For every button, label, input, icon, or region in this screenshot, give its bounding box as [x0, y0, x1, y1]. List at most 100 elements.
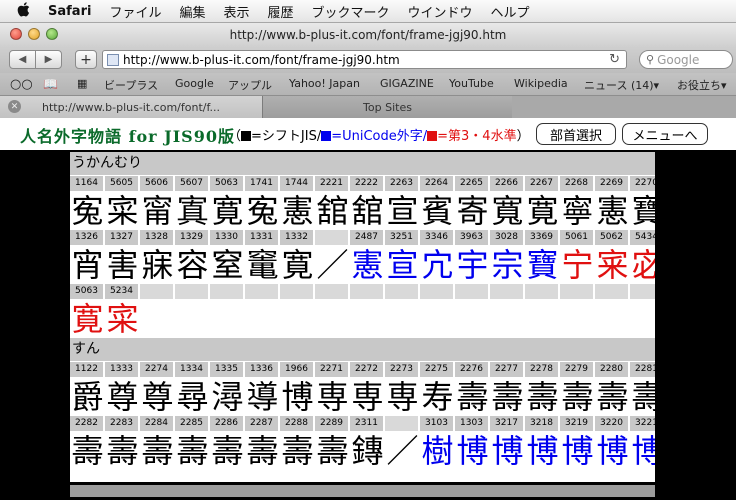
reload-icon[interactable]: ↻ [609, 52, 620, 67]
char-code-cell: 5234 [105, 284, 138, 299]
search-placeholder: Google [657, 52, 700, 67]
kanji-glyph: 専 [386, 378, 419, 416]
char-code-cell [595, 284, 628, 299]
bookmark-bplus[interactable]: ビープラス [104, 77, 158, 93]
kanji-glyph: 憲 [281, 192, 314, 230]
char-code-cell: 2286 [210, 416, 243, 431]
char-code-cell: 3219 [560, 416, 593, 431]
kanji-glyph: 壽 [491, 378, 524, 416]
char-code-cell: 2487 [350, 230, 383, 245]
char-code-cell: 2266 [490, 176, 523, 191]
char-code-cell: 2268 [560, 176, 593, 191]
char-code-cell: 3218 [525, 416, 558, 431]
char-code-cell [490, 284, 523, 299]
forward-button[interactable]: ▶ [35, 50, 62, 69]
tab-current-page[interactable]: ✕ http://www.b-plus-it.com/font/f... [0, 96, 262, 118]
char-code-cell: 2274 [140, 362, 173, 377]
kanji-glyph: 宵 [71, 246, 104, 284]
back-button[interactable]: ◀ [9, 50, 36, 69]
tab-top-sites[interactable]: Top Sites [262, 96, 512, 118]
menu-help[interactable]: ヘルプ [491, 2, 530, 21]
color-legend: （ =シフトJIS/ =UniCode外字/ =第3・4水準） [228, 125, 530, 144]
address-url: http://www.b-plus-it.com/font/frame-jgj9… [123, 52, 400, 67]
kanji-glyph: 博 [281, 378, 314, 416]
app-name-menu[interactable]: Safari [48, 4, 91, 19]
char-code-cell: 5063 [70, 284, 103, 299]
kanji-glyph: 導 [246, 378, 279, 416]
bookmarks-book-icon[interactable]: 📖 [43, 77, 58, 91]
address-bar[interactable]: http://www.b-plus-it.com/font/frame-jgj9… [102, 50, 627, 69]
glyph-row: 寃寀甯寘寛寃憲舘舘宣賓寄寬寛寧憲寶 [70, 193, 655, 230]
menu-view[interactable]: 表示 [223, 2, 249, 21]
char-code-cell: 2273 [385, 362, 418, 377]
horizontal-scrollbar[interactable] [70, 485, 655, 497]
code-row: 2282 2283 2284 2285 2286 2287 2288 2289 2311 3103… [70, 416, 655, 431]
menu-button[interactable]: メニューへ [622, 123, 708, 145]
kanji-glyph: 寐 [141, 246, 174, 284]
legend-level34-label: =第3・4水準 [437, 129, 517, 144]
kanji-glyph: 爵 [71, 378, 104, 416]
kanji-glyph: 壽 [71, 432, 104, 470]
char-code-cell: 2277 [490, 362, 523, 377]
char-code-cell: 3221 [630, 416, 655, 431]
kanji-glyph: 憲 [596, 192, 629, 230]
char-code-cell: 2275 [420, 362, 453, 377]
kanji-glyph: 博 [526, 432, 559, 470]
add-bookmark-button[interactable]: + [75, 50, 97, 69]
char-code-cell [350, 284, 383, 299]
char-code-cell: 2263 [385, 176, 418, 191]
browser-toolbar: ◀ ▶ + http://www.b-plus-it.com/font/fram… [0, 47, 736, 73]
menu-edit[interactable]: 編集 [179, 2, 205, 21]
search-field[interactable]: ⚲ Google [639, 50, 733, 69]
kanji-glyph: 尊 [106, 378, 139, 416]
kanji-glyph: 舘 [316, 192, 349, 230]
char-code-cell: 3369 [525, 230, 558, 245]
bookmarks-bar: ○○ 📖 ▦ ビープラス Google アップル Yahoo! Japan GI… [0, 73, 736, 96]
top-sites-grid-icon[interactable]: ▦ [77, 77, 87, 90]
reading-glasses-icon[interactable]: ○○ [10, 77, 33, 92]
close-tab-icon[interactable]: ✕ [8, 100, 21, 113]
separator-slash: ／ [386, 432, 419, 470]
char-code-cell [560, 284, 593, 299]
kanji-glyph: 寄 [456, 192, 489, 230]
char-code-cell: 2269 [595, 176, 628, 191]
menu-history[interactable]: 履歴 [267, 2, 293, 21]
char-code-cell: 1332 [280, 230, 313, 245]
bookmark-folder-useful[interactable]: お役立ち▾ [677, 77, 727, 93]
menu-bookmarks[interactable]: ブックマーク [312, 2, 390, 21]
char-code-cell [280, 284, 313, 299]
plus-icon: + [80, 51, 92, 68]
char-code-cell: 1331 [245, 230, 278, 245]
code-row: 5063 5234 [70, 284, 655, 299]
bookmark-yahoo-japan[interactable]: Yahoo! Japan [289, 77, 360, 90]
char-code-cell: 1122 [70, 362, 103, 377]
kanji-glyph: 寀 [106, 300, 139, 338]
bookmark-wikipedia[interactable]: Wikipedia [514, 77, 568, 90]
kanji-glyph: 壽 [106, 432, 139, 470]
char-code-cell [245, 284, 278, 299]
kanji-glyph: 容 [176, 246, 209, 284]
char-code-cell [175, 284, 208, 299]
bookmark-folder-news[interactable]: ニュース (14)▾ [584, 77, 659, 93]
char-code-cell: 2222 [350, 176, 383, 191]
kanji-glyph: 壽 [526, 378, 559, 416]
legend-unicode-label: =UniCode外字/ [331, 129, 428, 144]
kanji-glyph: 宁 [561, 246, 594, 284]
bookmark-apple[interactable]: アップル [228, 77, 272, 93]
menu-window[interactable]: ウインドウ [408, 2, 473, 21]
kanji-glyph: 樹 [421, 432, 454, 470]
kanji-glyph: 宓 [631, 246, 655, 284]
kanji-glyph: 賓 [421, 192, 454, 230]
bookmark-youtube[interactable]: YouTube [449, 77, 494, 90]
legend-blue-swatch [321, 131, 332, 141]
char-code-cell: 2282 [70, 416, 103, 431]
legend-open-paren: （ [228, 129, 242, 144]
kanji-glyph: 舘 [351, 192, 384, 230]
apple-menu-icon[interactable] [14, 1, 32, 21]
char-code-cell: 2281 [630, 362, 655, 377]
radical-select-button[interactable]: 部首選択 [536, 123, 616, 145]
kanji-glyph: 寃 [246, 192, 279, 230]
menu-file[interactable]: ファイル [109, 2, 161, 21]
bookmark-gigazine[interactable]: GIGAZINE [380, 77, 434, 90]
bookmark-google[interactable]: Google [175, 77, 214, 90]
